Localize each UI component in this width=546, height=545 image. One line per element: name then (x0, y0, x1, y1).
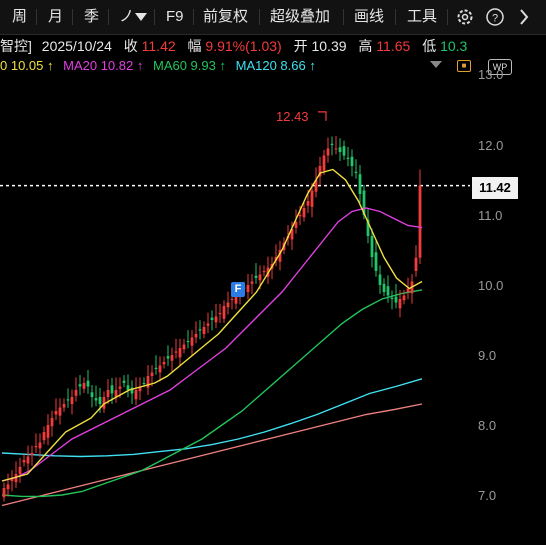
candle-body (50, 418, 54, 427)
candle-body (34, 446, 38, 448)
candle-body (326, 148, 330, 156)
candle-body (382, 283, 386, 292)
candle-body (414, 257, 418, 271)
kline-chart (0, 111, 470, 507)
candle-body (222, 306, 226, 319)
candle-body (390, 297, 394, 299)
candle-body (310, 190, 314, 207)
candle-body (22, 460, 26, 463)
candle-body (174, 351, 178, 353)
y-tick: 11.0 (478, 208, 503, 223)
candle-body (226, 302, 230, 308)
candle-body (322, 155, 326, 171)
candle-body (86, 380, 90, 387)
candle-body (58, 407, 62, 416)
candle-body (46, 425, 50, 438)
candle-body (394, 296, 398, 303)
candle-body (218, 313, 222, 315)
candle-body (374, 252, 378, 271)
candle-body (166, 356, 170, 359)
candle-body (90, 392, 94, 397)
candle-body (306, 201, 310, 206)
high-marker-label: 12.43 (276, 109, 309, 124)
candle-body (42, 432, 46, 441)
y-tick: 7.0 (478, 488, 497, 503)
candle-body (354, 171, 358, 173)
y-tick: 10.0 (478, 278, 504, 293)
y-tick: 9.0 (478, 348, 497, 363)
candle-body (38, 442, 42, 449)
candle-body (210, 317, 214, 320)
candle-body (302, 208, 306, 218)
candle-body (258, 274, 262, 281)
candle-body (2, 488, 6, 498)
candle-body (334, 148, 338, 150)
candle-body (66, 399, 70, 401)
candle-body (118, 386, 122, 389)
candle-body (186, 341, 190, 342)
candle-body (110, 385, 114, 394)
candle-body (342, 146, 346, 156)
event-badge[interactable]: F (231, 282, 245, 297)
candle-body (54, 411, 58, 415)
candle-body (202, 327, 206, 334)
candle-body (418, 185, 422, 258)
candle-body (150, 372, 154, 376)
candle-body (386, 286, 390, 296)
candle-body (170, 355, 174, 361)
candle-body (178, 348, 182, 358)
candle-body (402, 295, 406, 301)
ma250-line (1, 403, 423, 507)
candle-body (106, 390, 110, 397)
candle-body (214, 316, 218, 323)
candle-body (346, 157, 350, 159)
candle-body (358, 174, 362, 194)
candle-body (182, 344, 186, 350)
candle-body (254, 275, 258, 278)
candle-body (154, 367, 158, 369)
candle-body (370, 236, 374, 257)
candle-body (262, 271, 266, 273)
candle-body (134, 390, 138, 400)
candle-body (190, 337, 194, 346)
candle-body (230, 299, 234, 300)
candle-body (78, 384, 82, 387)
candle-body (146, 376, 150, 388)
candle-body (70, 397, 74, 404)
last-price-tag: 11.42 (472, 177, 518, 199)
candle-body (158, 365, 162, 373)
candle-body (62, 404, 66, 408)
y-tick: 13.0 (478, 67, 504, 82)
candle-body (350, 156, 354, 166)
candle-body (74, 390, 78, 396)
candle-body (398, 299, 402, 309)
y-tick: 8.0 (478, 418, 497, 433)
high-marker-arrow (318, 111, 327, 121)
candle-body (94, 398, 98, 401)
candle-body (330, 143, 334, 145)
candle-body (18, 467, 22, 474)
candle-body (122, 380, 126, 383)
candle-body (198, 329, 202, 331)
candle-body (162, 362, 166, 365)
candle-body (30, 453, 34, 456)
candle-body (338, 147, 342, 152)
candle-body (194, 334, 198, 338)
candle-body (250, 281, 254, 284)
candle-body (26, 456, 30, 464)
candle-body (378, 274, 382, 285)
candle-body (82, 383, 86, 389)
candle-body (206, 323, 210, 326)
ma20-line (1, 207, 423, 482)
candle-body (298, 215, 302, 217)
candle-body (126, 385, 130, 390)
y-tick: 12.0 (478, 138, 504, 153)
candle-body (6, 484, 10, 490)
candle-body (98, 397, 102, 404)
candle-body (246, 285, 250, 292)
candle-body (142, 383, 146, 384)
